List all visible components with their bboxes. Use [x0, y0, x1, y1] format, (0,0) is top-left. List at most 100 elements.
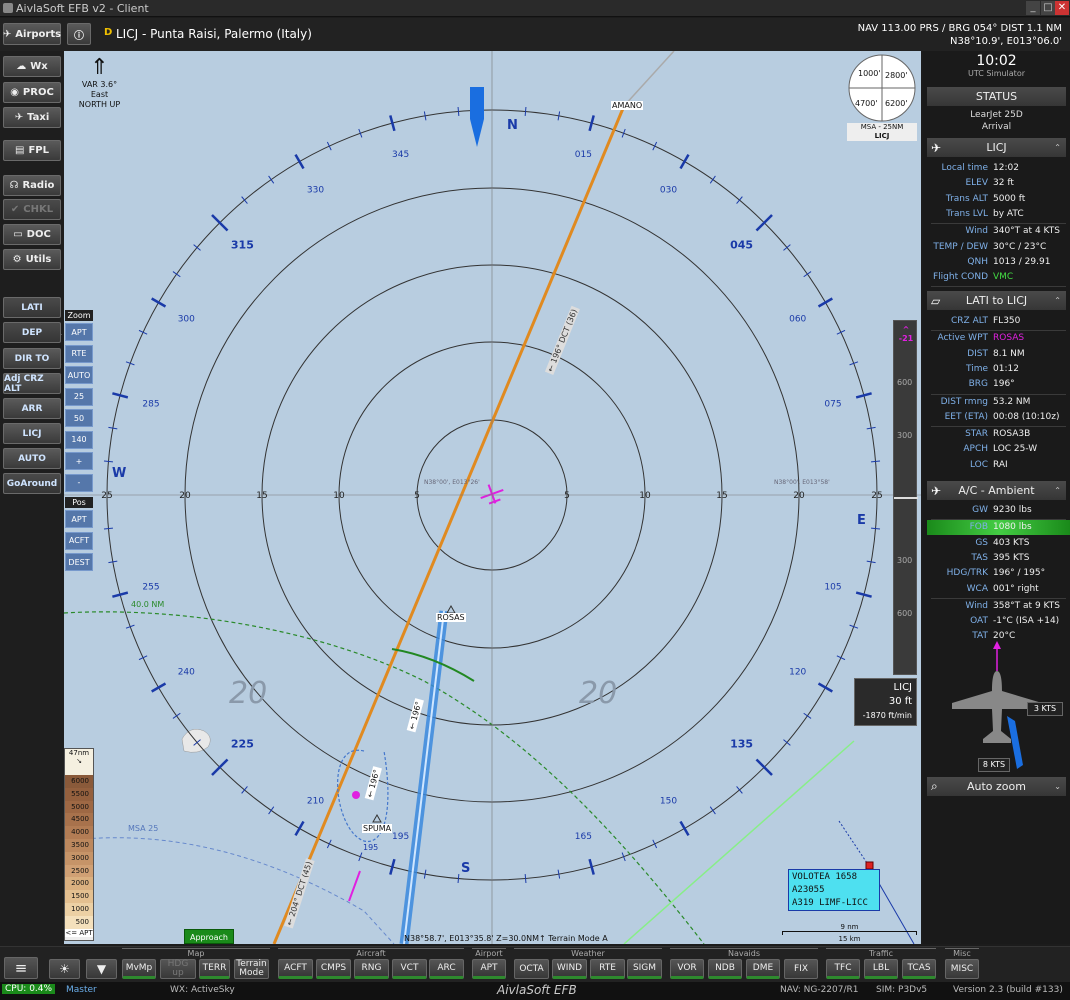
mvmp-button[interactable]: MvMp	[122, 959, 156, 979]
info-row: FOB 1080 lbs	[927, 520, 1070, 536]
compass-label: 285	[142, 400, 159, 410]
utils-icon: ⚙	[12, 254, 22, 265]
compass-label: 120	[789, 668, 806, 678]
cloud-icon: ☁	[16, 61, 27, 72]
range-ring-label: 5	[564, 491, 570, 501]
close-button[interactable]: ✕	[1055, 1, 1069, 15]
traffic-label[interactable]: VOLOTEA 1658 A23055 A319 LIMF-LICC	[788, 869, 880, 911]
compass-label: 240	[178, 668, 195, 678]
magnifier-icon: ⌕	[931, 779, 938, 793]
zoom-button-5[interactable]: 140	[65, 430, 93, 449]
rsb-button-lati[interactable]: LATI	[3, 297, 61, 318]
left-button-taxi[interactable]: ✈ Taxi	[3, 107, 61, 128]
route-extension	[623, 51, 675, 107]
left-button-utils[interactable]: ⚙ Utils	[3, 249, 61, 270]
dme-button[interactable]: DME	[746, 959, 780, 979]
left-button-wx[interactable]: ☁ Wx	[3, 56, 61, 77]
rsb-button-dir-to[interactable]: DIR TO	[3, 348, 61, 369]
vor-button[interactable]: VOR	[670, 959, 704, 979]
section-ambient-header[interactable]: ✈ A/C - Ambient ⌃	[927, 481, 1066, 500]
rte-button[interactable]: RTE	[590, 959, 625, 979]
rsb-button-auto[interactable]: AUTO	[3, 448, 61, 469]
compass-label: 330	[307, 185, 324, 195]
compass-label: 135	[730, 738, 753, 751]
brightness-button[interactable]: ☀	[49, 959, 80, 979]
zoom-button-4[interactable]: 50	[65, 409, 93, 427]
airports-button[interactable]: ✈ Airports	[3, 23, 61, 45]
apt-button[interactable]: APT	[472, 959, 506, 979]
moving-map[interactable]: 345 015 030 045 060 075 105 120 135 150 165 195 210 2…	[64, 51, 921, 944]
section-airport-header[interactable]: ✈ LICJ ⌃	[927, 138, 1066, 157]
traffic-target-icon[interactable]	[865, 861, 874, 870]
fix-button[interactable]: FIX	[784, 959, 818, 979]
waypoint-spuma-label[interactable]: SPUMA	[362, 824, 393, 833]
tfc-button[interactable]: TFC	[826, 959, 860, 979]
rsb-button-adj-crz-alt[interactable]: Adj CRZ ALT	[3, 373, 61, 394]
arc-button[interactable]: ARC	[429, 959, 464, 979]
compass-tick	[709, 806, 716, 815]
left-button-fpl[interactable]: ▤ FPL	[3, 140, 61, 161]
compass-label: 075	[824, 400, 841, 410]
compass-tick	[326, 141, 332, 151]
left-button-doc[interactable]: ▭ DOC	[3, 224, 61, 245]
info-row: WCA 001° right	[966, 583, 1039, 594]
wind-button[interactable]: WIND	[552, 959, 587, 979]
octa-button[interactable]: OCTA	[514, 959, 549, 979]
aircraft-status: LearJet 25D Arrival	[970, 110, 1023, 132]
wind-graphic: 3 KTS 8 KTS	[927, 641, 1066, 772]
terrain-level: 500	[65, 915, 93, 929]
sigmet-button[interactable]: SIGM	[627, 959, 662, 979]
left-button-proc[interactable]: ◉ PROC	[3, 82, 61, 103]
misc-button[interactable]: MISC	[945, 959, 979, 979]
left-sidebar: ☁Wx◉PROC✈Taxi▤FPL☊Radio✔CHKL▭DOC⚙Utils R…	[0, 51, 64, 946]
terrain-mode-button[interactable]: Terrain Mode	[234, 959, 269, 979]
aircraft-icon: ✈	[931, 483, 942, 498]
zoom-button-6[interactable]: +	[65, 452, 93, 470]
sim-info: SIM: P3Dv5	[876, 985, 928, 995]
left-button-radio[interactable]: ☊ Radio	[3, 175, 61, 196]
zoom-button-3[interactable]: 25	[65, 387, 93, 406]
ndb-button[interactable]: NDB	[708, 959, 742, 979]
zoom-button-0[interactable]: APT	[65, 323, 93, 341]
pos-button-apt[interactable]: APT	[65, 510, 93, 528]
compass-tick	[652, 141, 658, 151]
zoom-button-1[interactable]: RTE	[65, 344, 93, 363]
auto-zoom-dropdown[interactable]: ⌕ Auto zoom ⌄	[927, 777, 1066, 796]
info-row: Flight COND VMC	[932, 272, 1014, 283]
rsb-button-goaround[interactable]: GoAround	[3, 473, 61, 494]
approach-tab[interactable]: Approach	[184, 929, 234, 944]
terrain-button[interactable]: TERR	[199, 959, 230, 979]
msa-sector-left: 20	[229, 676, 268, 711]
pos-button-acft[interactable]: ACFT	[65, 531, 93, 550]
tcas-button[interactable]: TCAS	[902, 959, 936, 979]
rsb-button-licj[interactable]: LICJ	[3, 423, 61, 444]
chevron-up-icon: ⌃	[1054, 296, 1061, 305]
rsb-button-dep[interactable]: DEP	[3, 322, 61, 343]
filter-icon: ▼	[96, 961, 107, 976]
range-button[interactable]: RNG	[354, 959, 389, 979]
terrain-level: 4000	[65, 826, 93, 839]
status-button[interactable]: STATUS	[927, 87, 1066, 106]
zoom-button-2[interactable]: AUTO	[65, 366, 93, 384]
menu-button[interactable]: ≡	[4, 957, 38, 979]
waypoint-rosas-label[interactable]: ROSAS	[436, 613, 466, 622]
left-button-chkl[interactable]: ✔ CHKL	[3, 199, 61, 220]
compass-tick	[294, 820, 305, 836]
hdg-up-button[interactable]: HDG up	[160, 959, 196, 979]
filter-button[interactable]: ▼	[86, 959, 117, 979]
zoom-button-7[interactable]: -	[65, 473, 93, 492]
maximize-button[interactable]: □	[1041, 1, 1055, 15]
waypoint-amano-label[interactable]: AMANO	[611, 101, 644, 110]
acft-button[interactable]: ACFT	[278, 959, 313, 979]
pos-button-dest[interactable]: DEST	[65, 553, 93, 571]
minimize-button[interactable]: _	[1026, 1, 1040, 15]
compass-tick	[524, 874, 527, 884]
compass-button[interactable]: CMPS	[316, 959, 351, 979]
lbl-button[interactable]: LBL	[864, 959, 898, 979]
rsb-button-arr[interactable]: ARR	[3, 398, 61, 419]
section-route-header[interactable]: ▱ LATI to LICJ ⌃	[927, 291, 1066, 310]
info-button[interactable]: ⓘ	[67, 23, 91, 45]
vector-button[interactable]: VCT	[392, 959, 427, 979]
terrain-level: 3000	[65, 851, 93, 865]
destination-info-box: LICJ 30 ft -1870 ft/min	[854, 678, 917, 726]
